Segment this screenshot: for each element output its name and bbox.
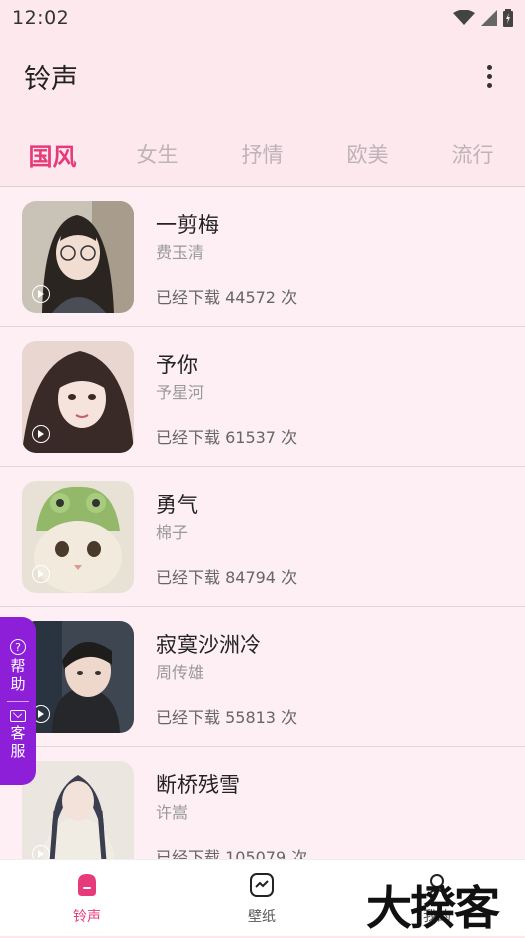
- service-label[interactable]: 客服: [10, 724, 26, 760]
- song-title: 断桥残雪: [156, 773, 240, 797]
- song-cover[interactable]: [22, 621, 134, 733]
- song-list: 一剪梅 费玉清 已经下载 44572 次 予你 予星河 已经下载 61537 次: [0, 187, 525, 887]
- song-title: 一剪梅: [156, 213, 219, 237]
- play-icon[interactable]: [32, 565, 50, 583]
- song-cover[interactable]: [22, 341, 134, 453]
- more-options-button[interactable]: [477, 56, 501, 96]
- help-label[interactable]: 帮助: [10, 657, 26, 693]
- wallpaper-icon: [250, 873, 274, 897]
- mail-icon: [10, 710, 26, 722]
- help-divider: [7, 701, 29, 702]
- status-time: 12:02: [12, 7, 70, 29]
- category-tabs: 国风 女生 抒情 欧美 流行: [0, 125, 525, 183]
- song-cover[interactable]: [22, 481, 134, 593]
- tab-shuqing[interactable]: 抒情: [214, 139, 312, 169]
- play-icon[interactable]: [32, 285, 50, 303]
- tab-nvsheng[interactable]: 女生: [109, 139, 207, 169]
- app-bar: 铃声: [0, 40, 525, 112]
- song-cover[interactable]: [22, 201, 134, 313]
- signal-icon: [481, 10, 497, 26]
- nav-wallpaper-label: 壁纸: [248, 909, 276, 925]
- song-title: 寂寞沙洲冷: [156, 633, 261, 657]
- tab-oumei[interactable]: 欧美: [319, 139, 417, 169]
- singer-name: 周传雄: [156, 663, 205, 682]
- song-title: 予你: [156, 353, 198, 377]
- download-count: 已经下载 84794 次: [156, 568, 298, 587]
- download-count: 已经下载 44572 次: [156, 288, 298, 307]
- dot-icon: [486, 64, 492, 70]
- watermark: 大揆客: [366, 881, 500, 935]
- download-count: 已经下载 61537 次: [156, 428, 298, 447]
- dot-icon: [486, 73, 492, 79]
- song-title: 勇气: [156, 493, 198, 517]
- status-icons: [453, 9, 513, 27]
- ringtone-icon: [78, 874, 96, 896]
- list-item[interactable]: 勇气 棉子 已经下载 84794 次: [0, 467, 525, 607]
- list-item[interactable]: 一剪梅 费玉清 已经下载 44572 次: [0, 187, 525, 327]
- singer-name: 许嵩: [156, 803, 189, 822]
- singer-name: 费玉清: [156, 243, 205, 262]
- tab-guofeng[interactable]: 国风: [4, 137, 102, 172]
- list-item[interactable]: 寂寞沙洲冷 周传雄 已经下载 55813 次: [0, 607, 525, 747]
- singer-name: 予星河: [156, 383, 205, 402]
- nav-ringtone-label: 铃声: [73, 909, 101, 925]
- download-count: 已经下载 55813 次: [156, 708, 298, 727]
- song-cover[interactable]: [22, 761, 134, 873]
- question-icon: ?: [10, 639, 26, 655]
- page-title: 铃声: [24, 63, 78, 95]
- nav-wallpaper[interactable]: 壁纸: [227, 872, 297, 926]
- play-icon[interactable]: [32, 425, 50, 443]
- nav-ringtone[interactable]: 铃声: [52, 872, 122, 926]
- tab-liuxing[interactable]: 流行: [424, 139, 522, 169]
- status-bar: 12:02: [0, 0, 525, 36]
- list-item[interactable]: 予你 予星河 已经下载 61537 次: [0, 327, 525, 467]
- help-service-tab[interactable]: ? 帮助 客服: [0, 617, 36, 785]
- dot-icon: [486, 82, 492, 88]
- singer-name: 棉子: [156, 523, 189, 542]
- wifi-icon: [453, 10, 475, 25]
- battery-icon: [503, 9, 513, 27]
